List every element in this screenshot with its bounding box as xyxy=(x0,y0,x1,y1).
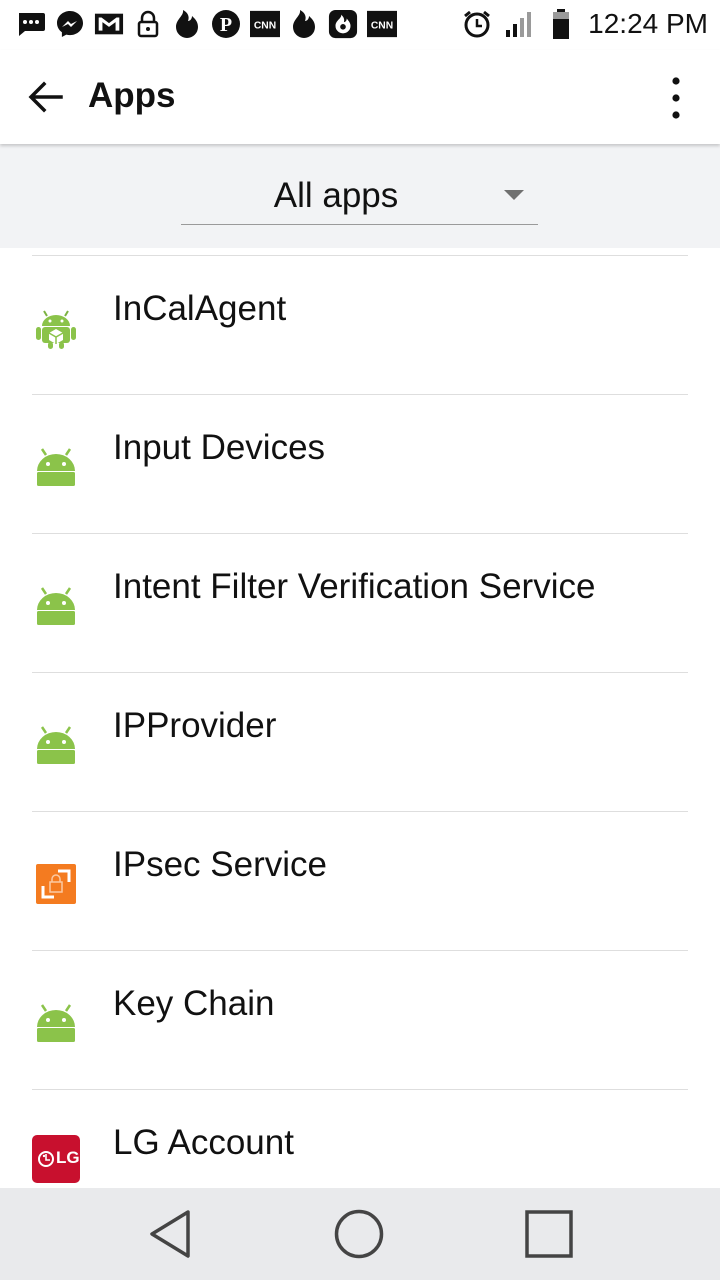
cnn-icon: CNN xyxy=(367,9,397,39)
status-time: 12:24 PM xyxy=(588,8,708,39)
tinder-icon xyxy=(172,9,202,39)
gmail-icon xyxy=(94,9,124,39)
more-vert-icon xyxy=(672,77,680,119)
app-name: Intent Filter Verification Service xyxy=(113,567,596,606)
messenger-icon xyxy=(55,9,85,39)
android-box-icon xyxy=(34,306,78,350)
filter-bar: All apps xyxy=(0,144,720,248)
tinder-app-icon xyxy=(328,9,358,39)
nav-back-button[interactable] xyxy=(140,1204,200,1264)
app-name: LG Account xyxy=(113,1123,294,1162)
svg-text:CNN: CNN xyxy=(371,21,393,32)
dropdown-arrow-icon xyxy=(504,190,524,200)
app-name: Input Devices xyxy=(113,428,326,467)
lock-icon xyxy=(133,9,163,39)
status-bar: P CNN CNN 12:24 PM xyxy=(0,0,720,50)
nav-recents-button[interactable] xyxy=(519,1204,579,1264)
nav-home-button[interactable] xyxy=(329,1204,389,1264)
app-name: IPProvider xyxy=(113,706,277,745)
app-bar: Apps xyxy=(0,50,720,144)
ipsec-lock-icon xyxy=(34,862,78,906)
app-list: InCalAgent Input Devices Intent Filter V… xyxy=(0,248,720,1188)
notification-icons: P CNN CNN xyxy=(16,6,397,42)
battery-icon xyxy=(546,9,576,39)
recents-icon xyxy=(525,1210,573,1258)
lg-logo-icon: LG xyxy=(32,1135,80,1183)
page-title: Apps xyxy=(88,76,176,115)
arrow-back-icon xyxy=(28,81,63,113)
android-icon xyxy=(34,723,78,767)
more-options-button[interactable] xyxy=(656,74,696,122)
list-item[interactable]: IPProvider xyxy=(0,673,720,812)
android-icon xyxy=(34,445,78,489)
alarm-icon xyxy=(462,9,492,39)
cnn-icon: CNN xyxy=(250,9,280,39)
tinder-icon xyxy=(289,9,319,39)
app-name: IPsec Service xyxy=(113,845,327,884)
system-icons: 12:24 PM xyxy=(462,6,708,42)
navigation-bar xyxy=(0,1188,720,1280)
lg-logo-text: LG xyxy=(56,1148,80,1167)
sms-icon xyxy=(16,9,46,39)
app-name: Key Chain xyxy=(113,984,275,1023)
list-item[interactable]: Input Devices xyxy=(0,395,720,534)
android-icon xyxy=(34,1001,78,1045)
android-icon xyxy=(34,584,78,628)
svg-text:CNN: CNN xyxy=(254,21,276,32)
app-name: InCalAgent xyxy=(113,289,287,328)
dropdown-selected: All apps xyxy=(273,176,399,215)
list-item[interactable]: LG LG Account xyxy=(0,1090,720,1188)
apps-filter-dropdown[interactable]: All apps xyxy=(181,168,538,225)
list-item[interactable]: InCalAgent xyxy=(0,256,720,395)
back-icon xyxy=(150,1210,190,1258)
home-icon xyxy=(334,1209,384,1259)
svg-text:P: P xyxy=(220,14,232,36)
signal-icon xyxy=(504,9,534,39)
back-button[interactable] xyxy=(22,74,68,120)
list-item[interactable]: Intent Filter Verification Service xyxy=(0,534,720,673)
list-item[interactable]: IPsec Service xyxy=(0,812,720,951)
list-item[interactable]: Key Chain xyxy=(0,951,720,1090)
pinterest-icon: P xyxy=(211,9,241,39)
